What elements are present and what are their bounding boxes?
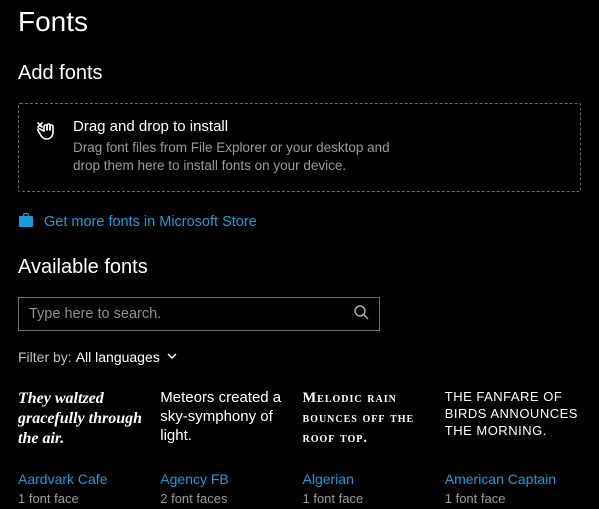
font-preview: Meteors created a sky-symphony of light. xyxy=(160,389,296,461)
font-grid: They waltzed gracefully through the air.… xyxy=(18,389,581,506)
font-drop-zone[interactable]: Drag and drop to install Drag font files… xyxy=(18,103,581,192)
search-icon[interactable] xyxy=(353,304,369,325)
page-title: Fonts xyxy=(18,0,581,38)
filter-label: Filter by: xyxy=(18,349,72,365)
font-name-link[interactable]: Agency FB xyxy=(160,471,296,487)
font-face-count: 1 font face xyxy=(303,491,439,506)
search-input[interactable] xyxy=(29,306,345,322)
font-face-count: 1 font face xyxy=(18,491,154,506)
font-name-link[interactable]: Aardvark Cafe xyxy=(18,471,154,487)
font-preview: Melodic rain bounces off the roof top. xyxy=(303,389,439,461)
font-preview: They waltzed gracefully through the air. xyxy=(18,389,154,461)
filter-value: All languages xyxy=(76,349,160,365)
available-fonts-heading: Available fonts xyxy=(18,256,581,279)
store-icon xyxy=(18,212,34,232)
font-name-link[interactable]: American Captain xyxy=(445,471,581,487)
font-name-link[interactable]: Algerian xyxy=(303,471,439,487)
add-fonts-heading: Add fonts xyxy=(18,62,581,85)
filter-by-dropdown[interactable]: Filter by: All languages xyxy=(18,349,581,365)
store-link[interactable]: Get more fonts in Microsoft Store xyxy=(18,212,581,232)
font-search-box[interactable] xyxy=(18,297,380,331)
drop-zone-text: Drag and drop to install Drag font files… xyxy=(73,118,564,175)
font-face-count: 2 font faces xyxy=(160,491,296,506)
drag-hand-icon xyxy=(35,120,61,151)
font-card[interactable]: Melodic rain bounces off the roof top. A… xyxy=(303,389,439,506)
font-card[interactable]: Meteors created a sky-symphony of light.… xyxy=(160,389,296,506)
font-card[interactable]: The fanfare of birds announces the morni… xyxy=(445,389,581,506)
store-link-label: Get more fonts in Microsoft Store xyxy=(44,214,257,230)
chevron-down-icon xyxy=(166,349,178,365)
font-card[interactable]: They waltzed gracefully through the air.… xyxy=(18,389,154,506)
drop-zone-title: Drag and drop to install xyxy=(73,118,564,135)
drop-zone-description: Drag font files from File Explorer or yo… xyxy=(73,139,403,175)
fonts-settings-page: Fonts Add fonts Drag and drop to install… xyxy=(0,0,599,509)
font-face-count: 1 font face xyxy=(445,491,581,506)
font-preview: The fanfare of birds announces the morni… xyxy=(445,389,581,461)
